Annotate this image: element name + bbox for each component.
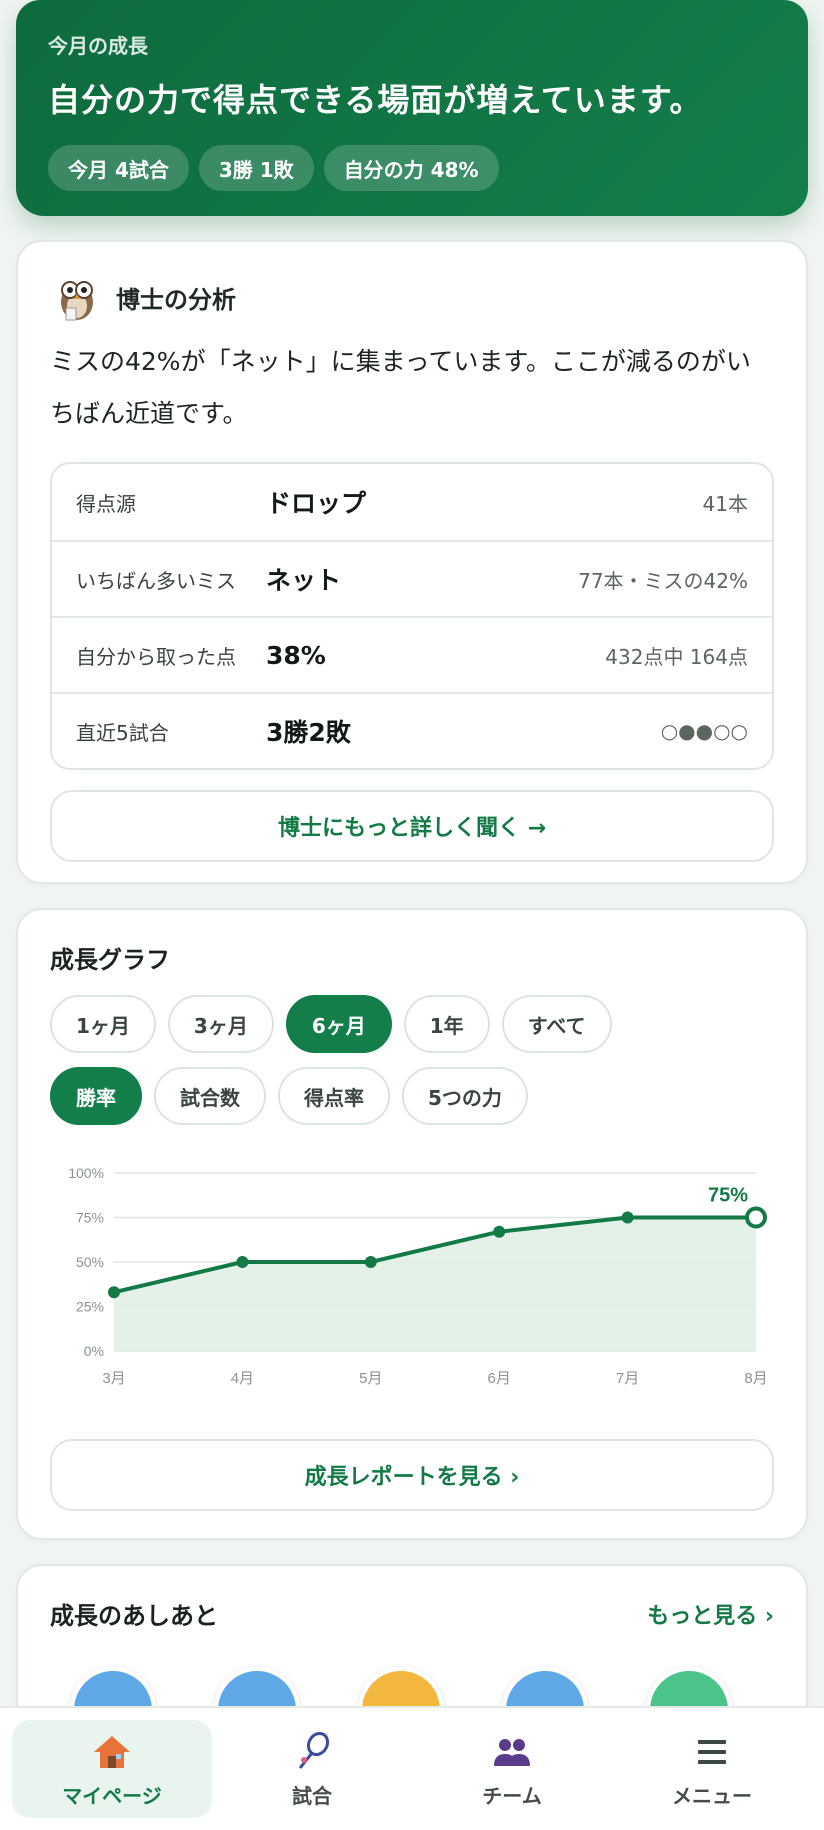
y-tick-label: 0%: [84, 1343, 104, 1359]
growth-title: 成長グラフ: [50, 946, 170, 974]
house-icon: [94, 1735, 130, 1768]
stat-label: 自分から取った点: [76, 644, 236, 669]
analysis-title: 博士の分析: [116, 285, 236, 314]
doctor-analysis-card: 博士の分析 ミスの42%が「ネット」に集まっています。ここが減るのがいちばん近道…: [16, 240, 808, 884]
x-tick-label: 7月: [616, 1370, 639, 1387]
y-tick-label: 50%: [76, 1254, 104, 1270]
stat-row-recent-matches: 直近5試合 3勝2敗 ○●●○○: [52, 692, 772, 768]
banner-headline: 自分の力で得点できる場面が増えています。: [48, 81, 703, 119]
x-tick-label: 6月: [488, 1370, 511, 1387]
data-point: [108, 1286, 120, 1299]
metric-tab-matches[interactable]: 試合数: [154, 1067, 266, 1125]
x-tick-label: 5月: [359, 1370, 382, 1387]
nav-label: 試合: [292, 1783, 332, 1808]
y-tick-label: 75%: [76, 1210, 104, 1226]
metric-tab-score-rate[interactable]: 得点率: [278, 1067, 390, 1125]
metric-tab-five-powers[interactable]: 5つの力: [402, 1067, 528, 1125]
analysis-text: ミスの42%が「ネット」に集まっています。ここが減るのがいちばん近道です。: [50, 347, 751, 428]
y-tick-label: 25%: [76, 1299, 104, 1315]
data-label-last: 75%: [708, 1185, 748, 1207]
stat-note: 41本: [702, 491, 748, 516]
nav-matches[interactable]: 試合: [212, 1720, 412, 1818]
nav-menu[interactable]: メニュー: [612, 1720, 812, 1818]
stat-row-own-points: 自分から取った点 38% 432点中 164点: [52, 616, 772, 692]
matches-chip: 今月 4試合: [48, 145, 189, 191]
x-tick-label: 3月: [102, 1370, 125, 1387]
x-tick-label: 8月: [744, 1370, 767, 1387]
stat-value: 38%: [266, 640, 326, 670]
menu-icon: [698, 1739, 726, 1764]
team-icon: [494, 1738, 530, 1766]
stat-value: 3勝2敗: [266, 718, 351, 747]
nav-label: チーム: [482, 1783, 542, 1808]
data-point: [236, 1256, 249, 1268]
period-tab-1y[interactable]: 1年: [403, 995, 490, 1053]
nav-team[interactable]: チーム: [412, 1720, 612, 1818]
period-tabs: 1ヶ月 3ヶ月 6ヶ月 1年 すべて: [50, 995, 774, 1053]
growth-graph-card: 成長グラフ 1ヶ月 3ヶ月 6ヶ月 1年 すべて 勝率 試合数 得点率 5つの力…: [16, 908, 808, 1540]
stat-label: 得点源: [76, 491, 136, 516]
win-rate-chart: 0% 25% 50% 75% 100% 75% 3月 4月 5月 6月 7月 8月: [50, 1151, 778, 1421]
metric-tabs: 勝率 試合数 得点率 5つの力: [50, 1067, 774, 1125]
growth-report-button[interactable]: 成長レポートを見る ›: [50, 1439, 774, 1511]
stat-row-score-source: 得点源 ドロップ 41本: [52, 464, 772, 540]
monthly-growth-banner: 今月の成長 自分の力で得点できる場面が増えています。 今月 4試合 3勝 1敗 …: [16, 0, 808, 216]
stat-label: 直近5試合: [76, 720, 169, 745]
racket-icon: [298, 1731, 330, 1769]
data-point: [364, 1256, 377, 1268]
period-tab-6m[interactable]: 6ヶ月: [285, 995, 392, 1053]
stat-value: ネット: [266, 566, 342, 595]
data-point: [621, 1211, 634, 1224]
footprints-title: 成長のあしあと: [50, 1602, 218, 1630]
stat-label: いちばん多いミス: [76, 568, 236, 593]
period-tab-all[interactable]: すべて: [501, 995, 612, 1053]
stat-note: ○●●○○: [660, 719, 748, 743]
stat-value: ドロップ: [266, 489, 367, 518]
stat-note: 432点中 164点: [605, 644, 748, 669]
banner-eyebrow: 今月の成長: [48, 34, 148, 58]
period-tab-3m[interactable]: 3ヶ月: [167, 995, 274, 1053]
x-tick-label: 4月: [231, 1370, 254, 1387]
data-point-last: [745, 1206, 767, 1229]
stats-table: 得点源 ドロップ 41本 いちばん多いミス ネット 77本・ミスの42% 自分か…: [50, 462, 774, 770]
nav-label: メニュー: [672, 1783, 752, 1808]
stat-row-top-miss: いちばん多いミス ネット 77本・ミスの42%: [52, 540, 772, 616]
metric-tab-win-rate[interactable]: 勝率: [50, 1067, 142, 1125]
owl-doctor-icon: [50, 270, 104, 324]
area-fill: [114, 1217, 756, 1351]
period-tab-1m[interactable]: 1ヶ月: [50, 995, 156, 1053]
nav-mypage[interactable]: マイページ: [12, 1720, 212, 1818]
y-tick-label: 100%: [68, 1165, 104, 1181]
ask-doctor-button[interactable]: 博士にもっと詳しく聞く →: [50, 790, 774, 862]
record-chip: 3勝 1敗: [198, 145, 314, 191]
own-power-chip: 自分の力 48%: [323, 145, 499, 191]
data-point: [493, 1225, 506, 1238]
stat-note: 77本・ミスの42%: [578, 568, 748, 593]
see-more-link[interactable]: もっと見る ›: [647, 1598, 774, 1630]
chart-svg: 0% 25% 50% 75% 100% 75% 3月 4月 5月 6月 7月 8月: [68, 1165, 767, 1387]
nav-label: マイページ: [62, 1783, 162, 1808]
bottom-navigation: マイページ 試合 チーム メニュー: [0, 1706, 824, 1830]
